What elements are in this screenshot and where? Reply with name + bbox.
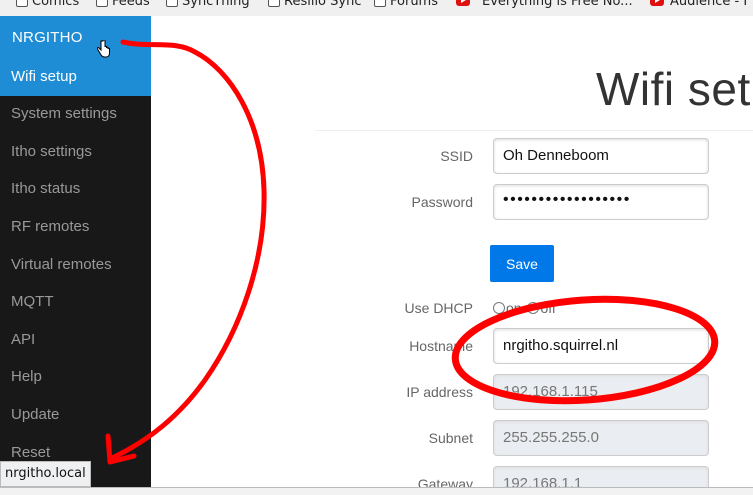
bookmarks-bar: Comics Feeds SyncThing Resilio Sync Foru… <box>0 0 753 16</box>
save-button[interactable]: Save <box>490 245 554 282</box>
hostname-input[interactable]: nrgitho.squirrel.nl <box>493 328 709 364</box>
dhcp-off-label: off <box>540 300 556 316</box>
sidebar-item-mqtt[interactable]: MQTT <box>0 284 151 321</box>
youtube-icon <box>650 0 664 6</box>
bookmark-syncthing[interactable]: SyncThing <box>166 0 250 9</box>
bookmark-resilio-sync[interactable]: Resilio Sync <box>268 0 361 9</box>
subnet-label: Subnet <box>428 430 473 446</box>
sidebar-item-update[interactable]: Update <box>0 397 151 434</box>
sidebar-item-itho-status[interactable]: Itho status <box>0 171 151 208</box>
hostname-label: Hostname <box>409 338 473 354</box>
password-input[interactable]: •••••••••••••••••• <box>493 184 709 220</box>
bookmark-audience[interactable]: Audience - I <box>650 0 747 9</box>
sidebar-item-virtual-remotes[interactable]: Virtual remotes <box>0 247 151 284</box>
dhcp-label: Use DHCP <box>404 300 473 316</box>
sidebar-item-itho-settings[interactable]: Itho settings <box>0 134 151 171</box>
ssid-label: SSID <box>440 148 473 164</box>
dhcp-on-label: on <box>506 300 522 316</box>
folder-icon <box>268 0 280 7</box>
bookmark-forums[interactable]: Forums <box>374 0 438 9</box>
sidebar-item-api[interactable]: API <box>0 322 151 359</box>
main-content: Wifi setu SSID Oh Denneboom Password •••… <box>151 16 753 488</box>
bottom-bar <box>0 487 753 495</box>
ip-address-input: 192.168.1.115 <box>493 374 709 410</box>
dhcp-radio-group: on off <box>493 300 558 316</box>
dhcp-on-radio[interactable] <box>493 302 505 314</box>
sidebar-item-rf-remotes[interactable]: RF remotes <box>0 209 151 246</box>
password-label: Password <box>411 194 473 210</box>
bookmark-comics[interactable]: Comics <box>16 0 79 9</box>
youtube-icon <box>456 0 470 6</box>
gateway-input: 192.168.1.1 <box>493 466 709 488</box>
bookmark-everything-is-free[interactable]: "Everything is Free No... <box>456 0 633 9</box>
sidebar: NRGITHO Wifi setup System settings Itho … <box>0 16 151 488</box>
folder-icon <box>96 0 108 7</box>
brand-header[interactable]: NRGITHO <box>0 16 151 59</box>
subnet-input: 255.255.255.0 <box>493 420 709 456</box>
hand-cursor-icon <box>97 40 110 58</box>
sidebar-item-wifi-setup[interactable]: Wifi setup <box>0 59 151 96</box>
dhcp-off-radio[interactable] <box>527 302 540 314</box>
ssid-input[interactable]: Oh Denneboom <box>493 138 709 174</box>
folder-icon <box>166 0 178 7</box>
sidebar-item-system-settings[interactable]: System settings <box>0 96 151 133</box>
ip-address-label: IP address <box>406 384 473 400</box>
sidebar-item-help[interactable]: Help <box>0 359 151 396</box>
folder-icon <box>16 0 28 7</box>
folder-icon <box>374 0 386 7</box>
bookmark-feeds[interactable]: Feeds <box>96 0 150 9</box>
status-link-preview: nrgitho.local <box>0 461 91 487</box>
page-title: Wifi setu <box>596 63 753 115</box>
title-divider <box>315 130 753 131</box>
